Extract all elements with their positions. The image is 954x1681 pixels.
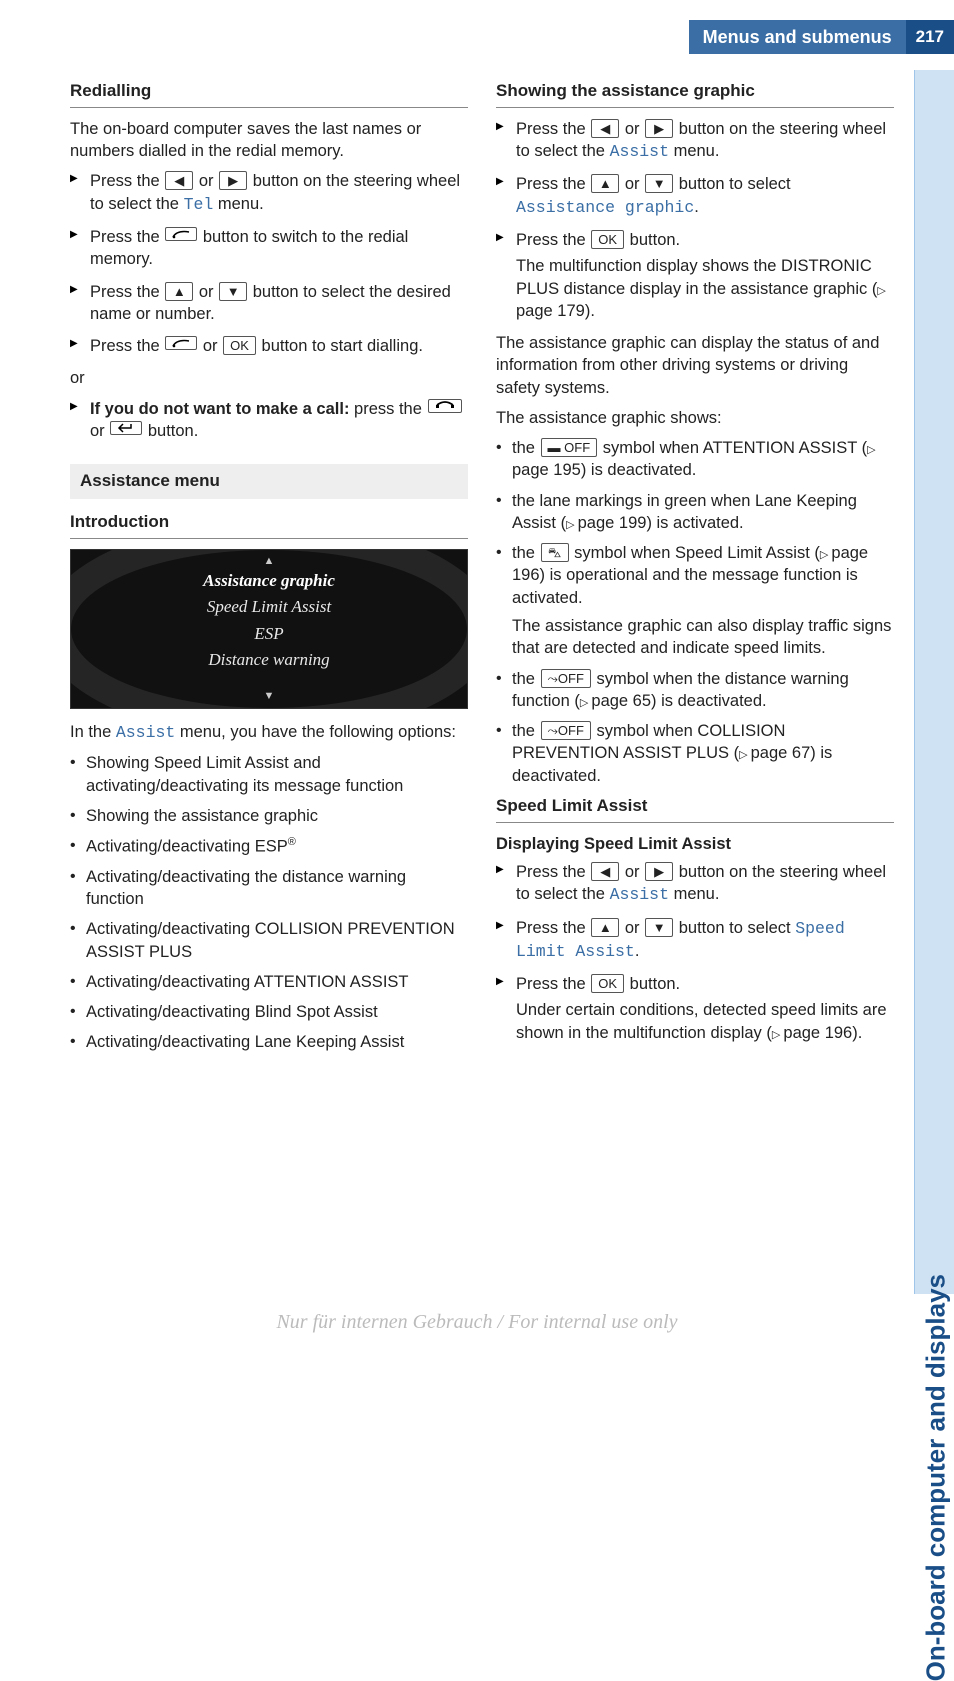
down-arrow-icon: ▼ <box>219 282 247 301</box>
assistance-shows-list: the ▬ OFF symbol when ATTENTION ASSIST (… <box>496 437 894 787</box>
side-tab: On-board computer and displays <box>914 70 954 1294</box>
assistance-menu-screenshot: ▲ Assistance graphic Speed Limit Assist … <box>70 549 468 709</box>
list-item: Press the or OK button to start dialling… <box>70 335 468 357</box>
ok-button-icon: OK <box>223 336 256 355</box>
menu-tel: Tel <box>184 195 214 214</box>
menu-assist: Assist <box>116 723 175 742</box>
page-reference: page 65 <box>580 692 651 710</box>
up-arrow-icon: ▲ <box>165 282 193 301</box>
redialling-steps: Press the ◀ or ▶ button on the steering … <box>70 170 468 357</box>
distance-off-icon: ⤳OFF <box>541 721 591 740</box>
list-item: Press the ▲ or ▼ button to select Speed … <box>496 917 894 964</box>
back-icon <box>110 421 142 435</box>
down-arrow-icon: ▼ <box>645 918 673 937</box>
list-item: Activating/deactivating ATTENTION ASSIST <box>70 971 468 993</box>
assistance-intro-text: In the Assist menu, you have the followi… <box>70 721 468 744</box>
menu-assist: Assist <box>610 142 669 161</box>
left-arrow-icon: ◀ <box>591 119 619 138</box>
subheading-displaying-sla: Displaying Speed Limit Assist <box>496 833 894 855</box>
list-item: Showing the assistance graphic <box>70 805 468 827</box>
menu-assist: Assist <box>610 885 669 904</box>
page-body: Redialling The on-board computer saves t… <box>70 80 894 1274</box>
list-item: Press the ▲ or ▼ button to select Assist… <box>496 173 894 219</box>
left-arrow-icon: ◀ <box>165 171 193 190</box>
list-item: Activating/deactivating ESP® <box>70 835 468 858</box>
right-arrow-icon: ▶ <box>219 171 247 190</box>
redialling-steps-alt: If you do not want to make a call: press… <box>70 398 468 443</box>
ok-button-icon: OK <box>591 230 624 249</box>
list-item: the ⤳OFF symbol when COLLISION PREVENTIO… <box>496 720 894 787</box>
list-item: Press the ◀ or ▶ button on the steering … <box>496 118 894 164</box>
sla-steps: Press the ◀ or ▶ button on the steering … <box>496 861 894 1044</box>
header-title: Menus and submenus <box>689 20 906 54</box>
page-reference: page 199 <box>566 514 646 532</box>
list-item: Activating/deactivating the distance war… <box>70 866 468 911</box>
heading-redialling: Redialling <box>70 80 468 108</box>
list-item: If you do not want to make a call: press… <box>70 398 468 443</box>
up-arrow-icon: ▲ <box>591 174 619 193</box>
list-item: the ⤳OFF symbol when the distance warnin… <box>496 668 894 713</box>
assistance-para: The assistance graphic can display the s… <box>496 332 894 399</box>
list-item: Press the ◀ or ▶ button on the steering … <box>70 170 468 216</box>
assistance-list-intro: The assistance graphic shows: <box>496 407 894 429</box>
list-item: Press the OK button. The multifunction d… <box>496 229 894 322</box>
assistance-options-list: Showing Speed Limit Assist and activatin… <box>70 752 468 1053</box>
list-item: Activating/deactivating Blind Spot Assis… <box>70 1001 468 1023</box>
list-item: Showing Speed Limit Assist and activatin… <box>70 752 468 797</box>
left-column: Redialling The on-board computer saves t… <box>70 80 468 1274</box>
right-arrow-icon: ▶ <box>645 119 673 138</box>
down-arrow-icon: ▼ <box>645 174 673 193</box>
side-tab-label: On-board computer and displays <box>920 1274 951 1681</box>
page-header: Menus and submenus 217 <box>689 20 954 54</box>
list-item: the ⛍ symbol when Speed Limit Assist (pa… <box>496 542 894 659</box>
phone-accept-icon <box>165 336 197 350</box>
heading-speed-limit-assist: Speed Limit Assist <box>496 795 894 823</box>
header-page-number: 217 <box>906 20 954 54</box>
list-item: Press the OK button. Under certain condi… <box>496 973 894 1044</box>
list-item: Press the button to switch to the redial… <box>70 226 468 271</box>
phone-accept-icon <box>165 227 197 241</box>
heading-introduction: Introduction <box>70 511 468 539</box>
footer-watermark: Nur für internen Gebrauch / For internal… <box>0 1311 954 1334</box>
showing-steps: Press the ◀ or ▶ button on the steering … <box>496 118 894 322</box>
list-item: Press the ◀ or ▶ button on the steering … <box>496 861 894 907</box>
menu-assistance-graphic: Assistance graphic <box>516 198 694 217</box>
heading-showing-assistance: Showing the assistance graphic <box>496 80 894 108</box>
list-item: the lane markings in green when Lane Kee… <box>496 490 894 535</box>
page-reference: page 196 <box>772 1024 852 1042</box>
redialling-intro: The on-board computer saves the last nam… <box>70 118 468 163</box>
speed-limit-icon: ⛍ <box>541 543 569 562</box>
phone-hangup-icon <box>428 399 462 413</box>
list-item: Activating/deactivating COLLISION PREVEN… <box>70 918 468 963</box>
list-item: Press the ▲ or ▼ button to select the de… <box>70 281 468 326</box>
left-arrow-icon: ◀ <box>591 862 619 881</box>
page-reference: page 67 <box>739 744 810 762</box>
distance-off-icon: ⤳OFF <box>541 669 591 688</box>
section-assistance-menu: Assistance menu <box>70 464 468 499</box>
or-separator: or <box>70 367 468 389</box>
right-arrow-icon: ▶ <box>645 862 673 881</box>
ok-button-icon: OK <box>591 974 624 993</box>
up-arrow-icon: ▲ <box>591 918 619 937</box>
list-item: Activating/deactivating Lane Keeping Ass… <box>70 1031 468 1053</box>
attention-off-icon: ▬ OFF <box>541 438 598 457</box>
list-item: the ▬ OFF symbol when ATTENTION ASSIST (… <box>496 437 894 482</box>
right-column: Showing the assistance graphic Press the… <box>496 80 894 1274</box>
